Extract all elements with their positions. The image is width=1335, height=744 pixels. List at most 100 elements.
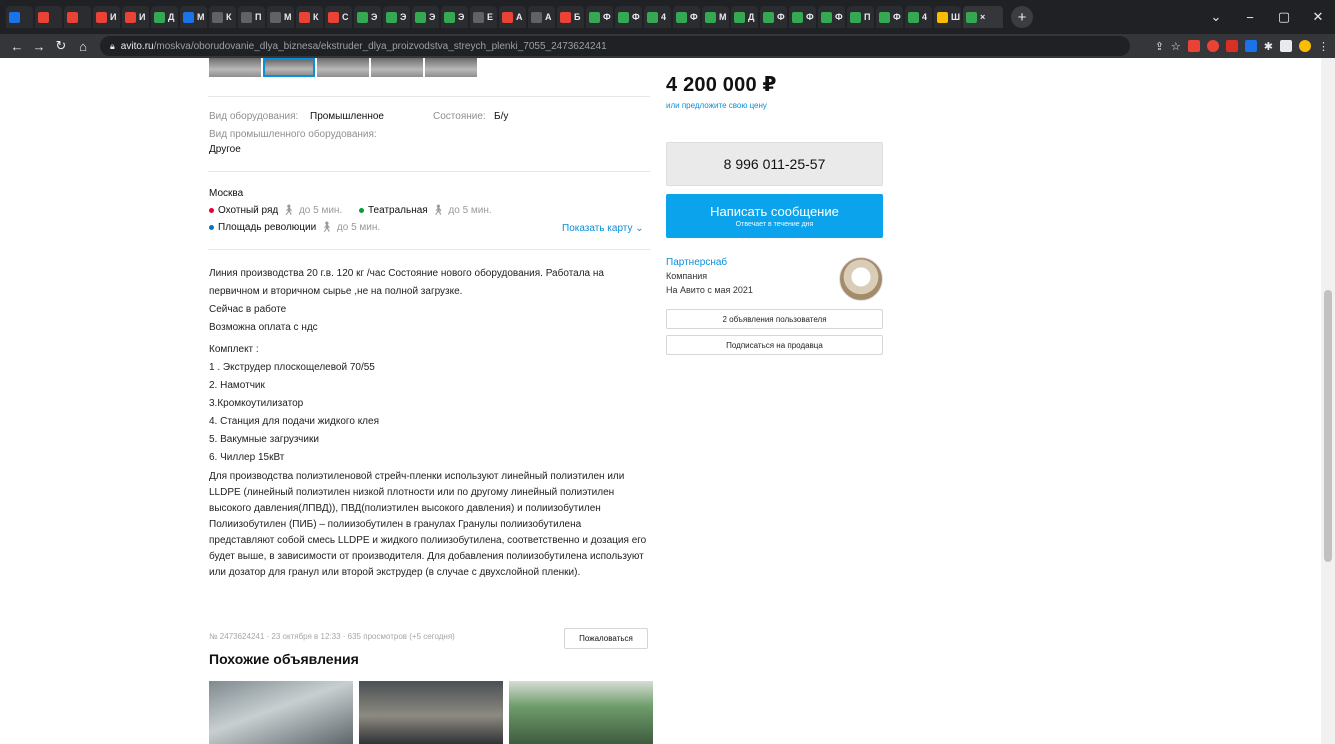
response-time: Отвечает в течение дня <box>735 221 814 228</box>
metro-name: Охотный ряд <box>218 205 279 216</box>
maximize-button[interactable]: ▢ <box>1267 9 1301 25</box>
browser-tab[interactable]: П <box>238 6 265 28</box>
share-icon[interactable]: ⇪ <box>1155 40 1164 53</box>
show-map-label: Показать карту <box>562 223 633 234</box>
tab-label: М <box>284 12 292 22</box>
phone-button[interactable]: 8 996 011-25-57 <box>666 142 883 186</box>
new-tab-button[interactable]: + <box>1011 6 1033 28</box>
browser-tab[interactable]: А <box>528 6 555 28</box>
forward-icon[interactable]: → <box>28 39 50 54</box>
tab-favicon-icon <box>415 11 426 23</box>
seller-name-link[interactable]: Партнерснаб <box>666 257 727 268</box>
browser-tab[interactable]: М <box>267 6 294 28</box>
tab-favicon-icon <box>879 11 890 23</box>
minimize-button[interactable]: − <box>1233 10 1267 25</box>
gallery-thumbnail[interactable] <box>209 58 261 77</box>
page-scrollbar[interactable] <box>1321 58 1335 744</box>
browser-tab[interactable]: C <box>325 6 352 28</box>
tab-favicon-icon <box>328 11 339 23</box>
tab-label: П <box>255 12 262 22</box>
browser-tab[interactable]: 4 <box>644 6 671 28</box>
tab-favicon-icon <box>96 11 107 23</box>
browser-tab[interactable]: Ф <box>760 6 787 28</box>
browser-tab[interactable] <box>6 6 33 28</box>
browser-tab[interactable]: Ф <box>789 6 816 28</box>
browser-tab[interactable]: И <box>93 6 120 28</box>
tab-strip: И И Д М К П М К C Э Э Э Э Е А А Б Ф Ф 4 Ф М Д Ф Ф Ф П Ф 4 Ш × + <box>0 0 1335 34</box>
tab-favicon-icon <box>589 11 600 23</box>
extension-icon-1[interactable] <box>1187 40 1200 52</box>
browser-tab-active[interactable]: × <box>963 6 1003 28</box>
gallery-thumbnail[interactable] <box>371 58 423 77</box>
browser-tab[interactable]: А <box>499 6 526 28</box>
bookmark-star-icon[interactable]: ☆ <box>1171 40 1181 53</box>
back-icon[interactable]: ← <box>6 39 28 54</box>
tab-label: Д <box>168 12 175 22</box>
home-icon[interactable]: ⌂ <box>72 39 94 54</box>
browser-tab[interactable]: Ф <box>876 6 903 28</box>
report-button[interactable]: Пожаловаться <box>564 628 648 649</box>
browser-tab[interactable]: М <box>702 6 729 28</box>
description-line: Сейчас в работе <box>209 304 287 315</box>
browser-tab[interactable]: Э <box>383 6 410 28</box>
gallery-thumbnail[interactable] <box>425 58 477 77</box>
browser-tab[interactable]: Е <box>470 6 497 28</box>
browser-tab[interactable]: Ш <box>934 6 961 28</box>
gallery-thumbnail[interactable] <box>317 58 369 77</box>
show-map-link[interactable]: Показать карту ⌄ <box>562 223 644 234</box>
browser-tab[interactable]: Ф <box>673 6 700 28</box>
extension-icon-4[interactable] <box>1244 40 1257 52</box>
browser-tab[interactable]: К <box>209 6 236 28</box>
sidebar-icon[interactable] <box>1280 40 1292 52</box>
walk-icon: 🚶︎ <box>320 222 333 233</box>
browser-tab[interactable]: Э <box>412 6 439 28</box>
param-industrial-value: Другое <box>209 144 241 155</box>
seller-ads-button[interactable]: 2 объявления пользователя <box>666 309 883 329</box>
write-message-label: Написать сообщение <box>710 204 839 219</box>
similar-photo[interactable] <box>509 681 653 744</box>
offer-price-link[interactable]: или предложите свою цену <box>666 101 767 110</box>
profile-avatar[interactable] <box>1299 40 1311 52</box>
kit-item: 1 . Экструдер плоскощелевой 70/55 <box>209 362 375 373</box>
reload-icon[interactable]: ↻ <box>50 38 72 54</box>
tab-favicon-icon <box>676 11 687 23</box>
browser-tab[interactable]: Э <box>441 6 468 28</box>
subscribe-seller-button[interactable]: Подписаться на продавца <box>666 335 883 355</box>
browser-tab[interactable]: 4 <box>905 6 932 28</box>
browser-tab[interactable]: М <box>180 6 207 28</box>
extension-icon-3[interactable] <box>1225 40 1238 52</box>
address-bar[interactable]: 🔒︎ avito.ru /moskva/oborudovanie_dlya_bi… <box>100 36 1130 56</box>
seller-avatar[interactable] <box>839 257 883 301</box>
browser-tab[interactable]: И <box>122 6 149 28</box>
chevron-down-icon: ⌄ <box>635 223 644 234</box>
browser-tab[interactable]: Ф <box>586 6 613 28</box>
scrollbar-thumb[interactable] <box>1324 290 1332 562</box>
close-window-button[interactable]: ✕ <box>1301 9 1335 25</box>
extensions-puzzle-icon[interactable]: ✱ <box>1264 40 1273 53</box>
menu-kebab-icon[interactable]: ⋮ <box>1318 40 1329 53</box>
similar-photo[interactable] <box>209 681 353 744</box>
browser-tab[interactable]: Б <box>557 6 584 28</box>
browser-tab[interactable]: Д <box>731 6 758 28</box>
browser-tab[interactable]: К <box>296 6 323 28</box>
browser-tab[interactable]: П <box>847 6 874 28</box>
write-message-button[interactable]: Написать сообщение Отвечает в течение дн… <box>666 194 883 238</box>
browser-tab[interactable]: Ф <box>818 6 845 28</box>
divider <box>208 249 650 250</box>
browser-tab[interactable] <box>35 6 62 28</box>
metro-time: до 5 мин. <box>298 205 343 216</box>
browser-tab[interactable]: Э <box>354 6 381 28</box>
tab-label: Ф <box>835 12 843 22</box>
extension-icon-2[interactable] <box>1206 40 1219 52</box>
browser-tab[interactable] <box>64 6 91 28</box>
tab-label: Е <box>487 12 494 22</box>
walk-icon: 🚶︎ <box>282 205 295 216</box>
close-tab-icon[interactable]: × <box>980 12 985 22</box>
browser-tab[interactable]: Д <box>151 6 178 28</box>
browser-tab[interactable]: Ф <box>615 6 642 28</box>
metro-station: Охотный ряд 🚶︎ до 5 мин. <box>209 205 342 216</box>
gallery-thumbnail-selected[interactable] <box>263 58 315 77</box>
tab-search-button[interactable]: ⌄ <box>1199 9 1233 25</box>
similar-photo[interactable] <box>359 681 503 744</box>
location-city: Москва <box>209 188 244 199</box>
